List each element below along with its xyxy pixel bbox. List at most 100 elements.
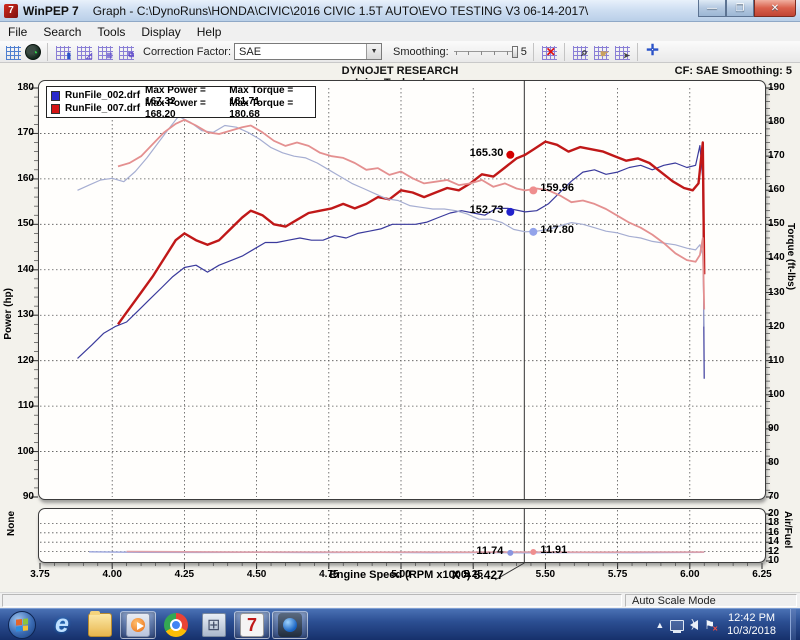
correction-factor-select[interactable]: SAE ▼ [234, 43, 382, 60]
select-graph-icon[interactable] [613, 43, 631, 60]
power-tick: 180 [6, 82, 34, 93]
menu-item-file[interactable]: File [0, 24, 35, 40]
restore-button[interactable]: ❐ [726, 0, 754, 17]
taskbar-item-dyno[interactable] [272, 611, 308, 639]
taskbar-item-dyno-icon [278, 613, 302, 637]
legend-row: RunFile_007.drfMax Power = 168.20Max Tor… [51, 102, 311, 115]
correction-factor-value: SAE [239, 46, 261, 58]
taskbar-clock[interactable]: 12:42 PM 10/3/2018 [721, 612, 782, 638]
system-tray: ▲ ⚑ 12:42 PM 10/3/2018 [655, 609, 796, 640]
curve-runfile-002-torque [78, 116, 705, 326]
clock-date: 10/3/2018 [727, 625, 776, 638]
taskbar-item-winpep-icon [240, 613, 264, 637]
legend-color-chip [51, 104, 60, 114]
curve-runfile-007-af [127, 552, 705, 553]
slider-thumb[interactable] [512, 46, 518, 58]
taskbar-item-internet-explorer-icon [50, 613, 74, 637]
status-cell-left [2, 594, 622, 607]
taskbar-item-winpep[interactable] [234, 611, 270, 639]
graph-overlay-icon[interactable] [75, 43, 93, 60]
smoothing-value: 5 [521, 46, 527, 58]
menubar: FileSearchToolsDisplayHelp [0, 22, 800, 41]
cursor-value-dot [507, 550, 513, 556]
power-tick: 150 [6, 218, 34, 229]
cursor-value-dot [529, 186, 537, 194]
taskbar-item-chrome-icon [164, 613, 188, 637]
cursor-value-dot [530, 549, 536, 555]
af-tick: 10 [768, 555, 779, 566]
runs-table-icon[interactable] [4, 43, 22, 60]
taskbar-item-media-player[interactable] [120, 611, 156, 639]
taskbar-item-calculator-icon [202, 613, 226, 637]
smoothing-slider[interactable] [454, 45, 518, 59]
graph-compare-icon[interactable] [96, 43, 114, 60]
power-tick: 140 [6, 264, 34, 275]
airfuel-axis-label: Air/Fuel [782, 511, 793, 548]
cursor-value-label: 11.74 [476, 545, 503, 557]
status-bar: Auto Scale Mode [0, 592, 800, 608]
winpep-app-icon [4, 4, 18, 18]
power-tick: 110 [6, 400, 34, 411]
none-axis-label: None [6, 511, 17, 536]
taskbar-item-calculator[interactable] [196, 611, 232, 639]
minimize-button[interactable]: — [698, 0, 726, 17]
cursor-value-dot [506, 208, 514, 216]
x-tick: 5.25 [453, 569, 493, 580]
chevron-down-icon[interactable]: ▼ [366, 44, 381, 59]
start-button[interactable] [8, 611, 36, 639]
legend-text: RunFile_007.drf [65, 103, 140, 114]
show-desktop-button[interactable] [790, 609, 796, 640]
taskbar-item-internet-explorer[interactable] [44, 611, 80, 639]
cursor-value-dot [529, 228, 537, 236]
crosshair-icon[interactable] [644, 43, 662, 60]
network-icon[interactable] [670, 620, 684, 631]
gauge-icon[interactable] [25, 44, 41, 60]
x-tick: 4.50 [237, 569, 277, 580]
x-tick: 6.00 [670, 569, 710, 580]
legend-box[interactable]: RunFile_002.drfMax Power = 167.32Max Tor… [46, 86, 316, 118]
torque-tick: 140 [768, 252, 785, 263]
taskbar-item-chrome[interactable] [158, 611, 194, 639]
torque-tick: 110 [768, 355, 784, 366]
windows-logo-icon [16, 618, 28, 631]
pan-graph-icon[interactable] [592, 43, 610, 60]
cursor-value-label: 11.91 [540, 544, 567, 556]
menu-item-tools[interactable]: Tools [89, 24, 133, 40]
taskbar-item-explorer[interactable] [82, 611, 118, 639]
close-button[interactable]: ✕ [754, 0, 796, 17]
menu-item-display[interactable]: Display [133, 24, 188, 40]
graph-power-icon[interactable] [54, 43, 72, 60]
clear-graph-icon[interactable] [540, 43, 558, 60]
cursor-value-label: 147.80 [540, 224, 574, 236]
action-center-icon[interactable]: ⚑ [704, 618, 715, 632]
menu-item-search[interactable]: Search [35, 24, 89, 40]
volume-icon[interactable] [690, 620, 698, 630]
zoom-graph-icon[interactable] [571, 43, 589, 60]
torque-axis-label: Torque (ft-lbs) [785, 223, 796, 290]
x-tick: 6.25 [742, 569, 782, 580]
torque-tick: 120 [768, 321, 785, 332]
x-tick: 4.25 [164, 569, 204, 580]
torque-tick: 70 [768, 491, 779, 502]
toolbar-separator [637, 43, 638, 61]
toolbar: Correction Factor: SAE ▼ Smoothing: 5 [0, 41, 800, 63]
smoothing-label: Smoothing: [393, 46, 449, 58]
correction-factor-label: Correction Factor: [143, 46, 231, 58]
menu-item-help[interactable]: Help [189, 24, 230, 40]
window-controls: — ❐ ✕ [698, 0, 796, 17]
graph-multi-icon[interactable] [117, 43, 135, 60]
torque-tick: 130 [768, 287, 785, 298]
x-tick: 4.00 [92, 569, 132, 580]
legend-text: Max Power = 168.20 [145, 98, 224, 120]
chart-canvas [0, 63, 800, 592]
x-tick: 5.00 [381, 569, 421, 580]
titlebar[interactable]: WinPEP 7 Graph - C:\DynoRuns\HONDA\CIVIC… [0, 0, 800, 22]
torque-tick: 160 [768, 184, 785, 195]
x-tick: 5.75 [598, 569, 638, 580]
legend-text: RunFile_002.drf [65, 90, 140, 101]
hidden-icons-caret[interactable]: ▲ [655, 620, 664, 630]
torque-tick: 190 [768, 82, 785, 93]
cursor-value-dot [506, 151, 514, 159]
torque-tick: 170 [768, 150, 785, 161]
winpep-window: WinPEP 7 Graph - C:\DynoRuns\HONDA\CIVIC… [0, 0, 800, 640]
